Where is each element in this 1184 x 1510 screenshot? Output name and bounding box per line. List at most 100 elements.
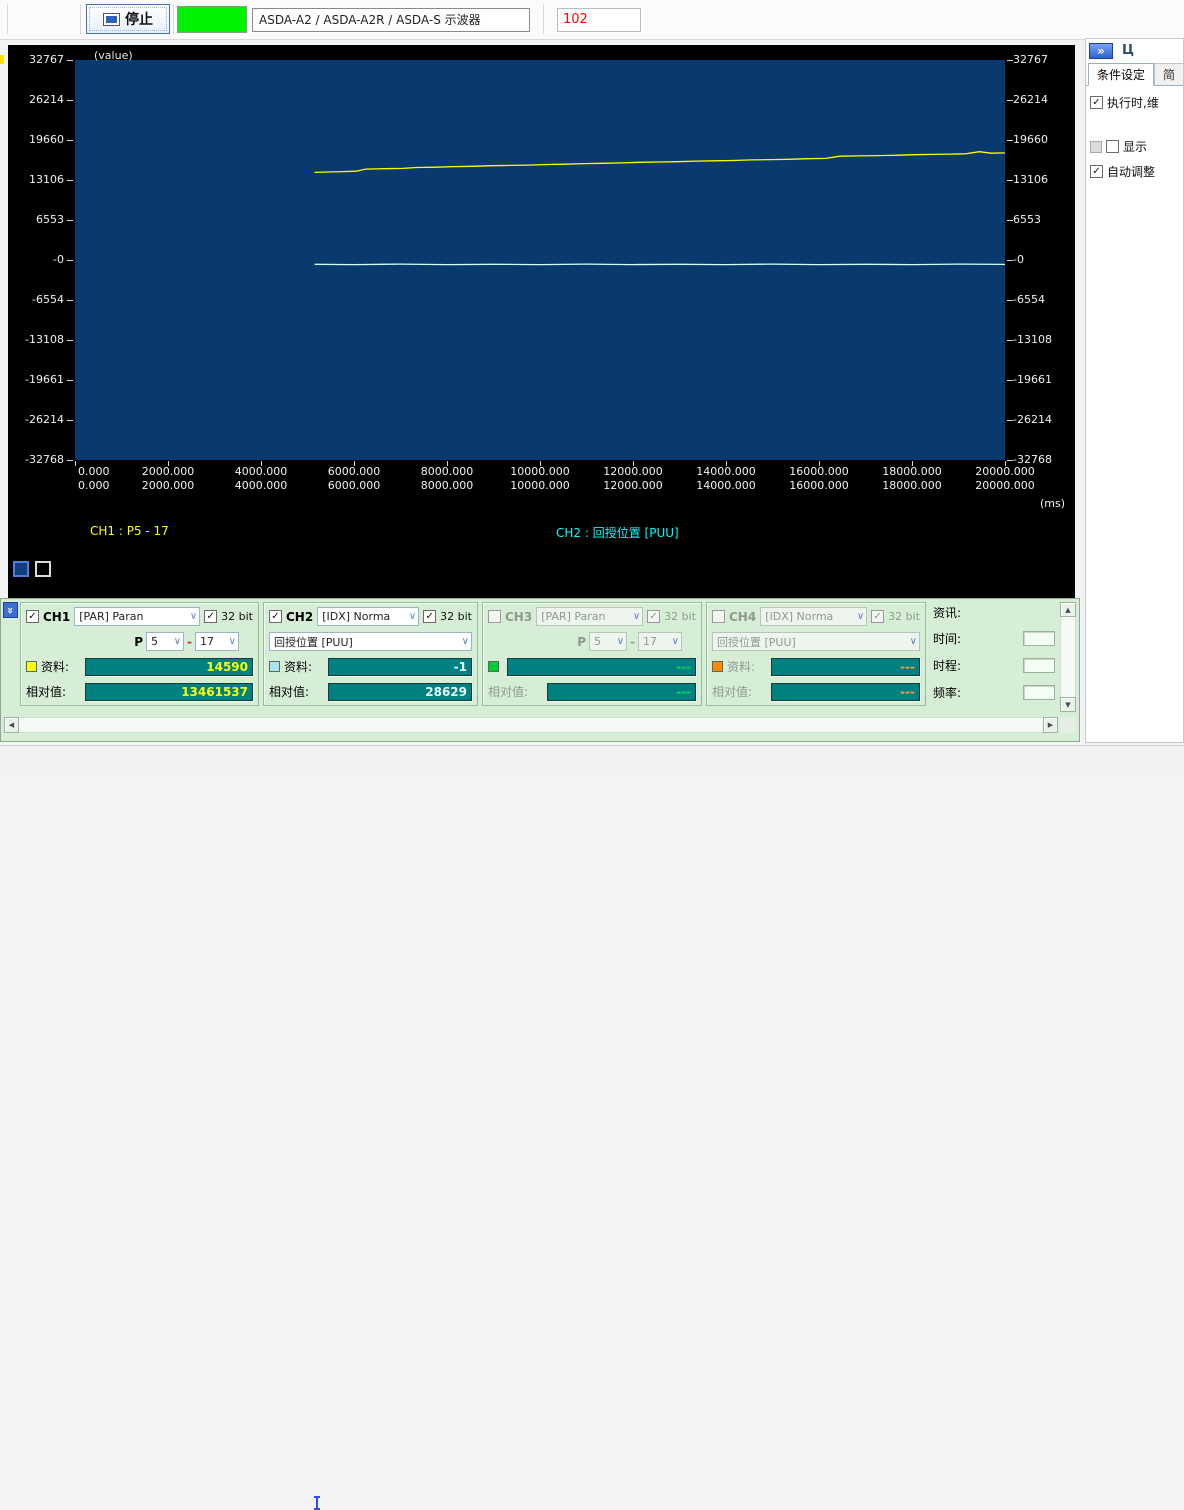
y-axis-label-right: 6553 [1013, 213, 1041, 226]
ch2-source-select[interactable]: 回授位置 [PUU] ∨ [269, 632, 472, 651]
y-tick-mark [67, 420, 73, 421]
y-axis-label-right: -6554 [1013, 293, 1045, 306]
display-mode-square-black[interactable] [35, 561, 51, 577]
x-tick-mark [75, 461, 76, 466]
ch2-data-value: -1 [328, 657, 472, 676]
ch1-32bit-checkbox[interactable]: ✓ [204, 610, 218, 623]
show-label: 显示 [1123, 140, 1148, 154]
y-axis-label-right: 13106 [1013, 173, 1048, 186]
info-duration-row: 时程: [933, 652, 1057, 679]
disabled-color-box [1090, 140, 1102, 153]
run-keep-label: 执行时,维 [1107, 96, 1159, 110]
horizontal-scrollbar[interactable] [4, 717, 1058, 733]
ch2-32bit-checkbox[interactable]: ✓ [423, 610, 437, 623]
ch2-name: CH2 [286, 609, 314, 624]
y-axis-label-right: -13108 [1013, 333, 1052, 346]
run-keep-checkbox-row: ✓ 执行时,维 [1090, 94, 1159, 111]
scroll-left-button[interactable]: ◀ [4, 717, 19, 733]
ch4-32bit-checkbox[interactable]: ✓ [871, 610, 885, 623]
ch1-enable-checkbox[interactable]: ✓ [26, 610, 39, 623]
channel-group-ch3: CH3 [PAR] Paran ∨ ✓ 32 bit P 5 ∨ - 17 ∨ ---… [482, 602, 702, 706]
display-mode-square-blue[interactable] [13, 561, 29, 577]
scope-plot-area[interactable] [75, 60, 1005, 460]
toolbar-separator [80, 4, 81, 34]
ch3-data-row: --- [488, 655, 696, 678]
info-panel: 资讯: 时间: 时程: 频率: [933, 603, 1057, 706]
auto-adjust-label: 自动调整 [1107, 165, 1156, 179]
tab-condition-setting[interactable]: 条件设定 [1088, 63, 1155, 86]
pin-icon[interactable]: Ц [1122, 43, 1134, 58]
ch3-p-group-select[interactable]: 5 ∨ [589, 632, 628, 651]
ch1-param-row: P 5 ∨ - 17 ∨ [26, 630, 253, 653]
ch4-source-select[interactable]: 回授位置 [PUU] ∨ [712, 632, 920, 651]
info-frequency-row: 频率: [933, 679, 1057, 706]
y-tick-mark [1007, 100, 1013, 101]
toolbar-separator [543, 4, 544, 34]
x-tick-mark [819, 461, 820, 466]
y-axis-label-left: 13106 [29, 173, 64, 186]
chevron-down-icon: ∨ [189, 611, 198, 622]
ch4-source-row: 回授位置 [PUU] ∨ [712, 630, 920, 653]
arrow-right-icon: ▶ [1047, 721, 1054, 729]
ch3-p-index-select[interactable]: 17 ∨ [638, 632, 682, 651]
ch1-data-row: 资料: 14590 [26, 655, 253, 678]
y-tick-mark [1007, 460, 1013, 461]
y-axis-label-left: -6554 [32, 293, 64, 306]
y-tick-mark [67, 220, 73, 221]
y-axis-label-right: 19660 [1013, 133, 1048, 146]
vertical-scrollbar[interactable] [1060, 602, 1076, 712]
ch2-32bit-label: 32 bit [440, 610, 472, 623]
y-tick-mark [67, 340, 73, 341]
ch1-p-index-select[interactable]: 17 ∨ [195, 632, 239, 651]
scroll-down-button[interactable]: ▼ [1060, 697, 1076, 712]
ch4-data-value: --- [771, 657, 920, 676]
duration-value-field [1023, 658, 1055, 673]
ch4-enable-checkbox[interactable] [712, 610, 725, 623]
ch1-type-select[interactable]: [PAR] Paran ∨ [74, 607, 201, 626]
y-tick-mark [1007, 220, 1013, 221]
y-axis-unit-label: (value) [94, 49, 133, 62]
ch1-header-row: ✓ CH1 [PAR] Paran ∨ ✓ 32 bit [26, 605, 253, 628]
x-tick-mark [726, 461, 727, 466]
ch1-relative-row: 相对值: 13461537 [26, 680, 253, 703]
x-axis-label-row2: 14000.000 [696, 479, 756, 492]
scroll-up-button[interactable]: ▲ [1060, 602, 1076, 617]
y-tick-mark [1007, 140, 1013, 141]
arrow-left-icon: ◀ [8, 721, 15, 729]
ch2-header-row: ✓ CH2 [IDX] Norma ∨ ✓ 32 bit [269, 605, 472, 628]
collapse-panel-button[interactable]: » [3, 602, 18, 618]
x-tick-mark [540, 461, 541, 466]
stop-button[interactable]: 停止 [86, 4, 170, 34]
channel-group-ch2: ✓ CH2 [IDX] Norma ∨ ✓ 32 bit 回授位置 [PUU] ∨ … [263, 602, 478, 706]
scroll-right-button[interactable]: ▶ [1043, 717, 1058, 733]
run-keep-checkbox[interactable]: ✓ [1090, 96, 1103, 109]
ch3-type-select[interactable]: [PAR] Paran ∨ [536, 607, 644, 626]
x-tick-mark [447, 461, 448, 466]
x-axis-label-row1: 6000.000 [327, 465, 381, 478]
ch4-type-select[interactable]: [IDX] Norma ∨ [760, 607, 868, 626]
x-axis-label-row1: 20000.000 [975, 465, 1035, 478]
chevron-down-icon: ∨ [909, 636, 917, 647]
y-tick-mark [67, 460, 73, 461]
auto-adjust-checkbox[interactable]: ✓ [1090, 165, 1103, 178]
ch4-name: CH4 [729, 609, 757, 624]
ch1-trace-label: CH1 : P5 - 17 [90, 524, 169, 538]
toolbar-separator [7, 4, 8, 34]
top-toolbar: 停止 ASDA-A2 / ASDA-A2R / ASDA-S 示波器 102 [0, 0, 1184, 40]
show-checkbox-row: 显示 [1090, 138, 1147, 155]
device-model-field[interactable]: ASDA-A2 / ASDA-A2R / ASDA-S 示波器 [252, 8, 530, 32]
ch1-p-group-select[interactable]: 5 ∨ [146, 632, 185, 651]
show-checkbox[interactable] [1106, 140, 1119, 153]
ch2-enable-checkbox[interactable]: ✓ [269, 610, 282, 623]
expand-panel-button[interactable]: » [1089, 43, 1113, 59]
y-axis-label-left: -26214 [25, 413, 64, 426]
ch2-type-select[interactable]: [IDX] Norma ∨ [317, 607, 420, 626]
ch3-enable-checkbox[interactable] [488, 610, 501, 623]
x-tick-mark [261, 461, 262, 466]
tab-simple-setting[interactable]: 简 [1154, 63, 1183, 85]
y-axis-label-left: 19660 [29, 133, 64, 146]
ch3-32bit-checkbox[interactable]: ✓ [647, 610, 661, 623]
x-axis-label-row1: 18000.000 [882, 465, 942, 478]
y-tick-mark [67, 300, 73, 301]
y-axis-label-left: 6553 [36, 213, 64, 226]
